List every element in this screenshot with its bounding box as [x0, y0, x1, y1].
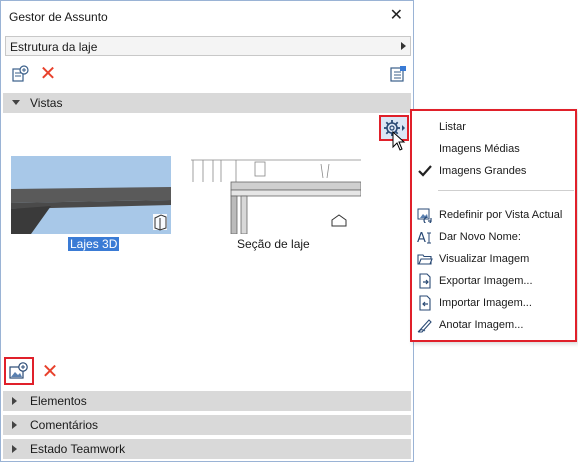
view-caption-secao-de-laje[interactable]: Seção de laje [237, 237, 310, 251]
close-icon[interactable]: ✕ [390, 7, 403, 25]
menu-item-redefinir[interactable]: Redefinir por Vista Actual [412, 204, 575, 226]
chevron-right-icon [12, 397, 17, 405]
svg-text:A: A [417, 231, 426, 245]
menu-item-label: Listar [439, 121, 466, 133]
subject-selector-value: Estrutura da laje [10, 40, 98, 54]
menu-item-label: Visualizar Imagem [439, 253, 530, 265]
menu-item-imagens-medias[interactable]: Imagens Médias [412, 138, 575, 160]
menu-item-label: Imagens Grandes [439, 165, 527, 177]
menu-item-label: Dar Novo Nome: [439, 231, 521, 243]
annotate-icon [416, 317, 434, 333]
view-thumbnail-lajes-3d[interactable] [11, 156, 171, 234]
menu-item-dar-novo-nome[interactable]: A Dar Novo Nome: [412, 226, 575, 248]
section-vistas-label: Vistas [30, 96, 63, 110]
section-elementos-label: Elementos [30, 394, 87, 408]
delete-image-button[interactable]: ✕ [39, 361, 61, 383]
check-icon [416, 163, 434, 179]
section-comentarios-label: Comentários [30, 418, 99, 432]
import-icon [416, 295, 434, 311]
menu-item-visualizar[interactable]: Visualizar Imagem [412, 248, 575, 270]
open-folder-icon [416, 251, 434, 267]
view-options-menu: Listar Imagens Médias Imagens Grandes Re… [410, 109, 577, 342]
rename-icon: A [416, 229, 434, 245]
delete-subject-button[interactable]: ✕ [37, 63, 59, 85]
reset-view-icon [416, 207, 434, 223]
chevron-right-icon [12, 445, 17, 453]
subject-selector[interactable]: Estrutura da laje [5, 36, 411, 56]
subject-manager-panel: Gestor de Assunto ✕ Estrutura da laje ✕ [0, 0, 414, 462]
window-title: Gestor de Assunto [9, 10, 108, 24]
menu-item-label: Imagens Médias [439, 143, 520, 155]
section-teamwork-header[interactable]: Estado Teamwork [3, 439, 411, 459]
chevron-right-icon [401, 42, 406, 50]
menu-item-importar[interactable]: Importar Imagem... [412, 292, 575, 314]
title-bar: Gestor de Assunto ✕ [1, 1, 413, 33]
section-elementos-header[interactable]: Elementos [3, 391, 411, 411]
menu-item-listar[interactable]: Listar [412, 116, 575, 138]
section-comentarios-header[interactable]: Comentários [3, 415, 411, 435]
menu-item-imagens-grandes[interactable]: Imagens Grandes [412, 160, 575, 182]
mouse-cursor-icon [392, 131, 406, 151]
add-image-button[interactable] [4, 357, 34, 385]
section-vistas-header[interactable]: Vistas [3, 93, 411, 113]
chevron-right-icon [12, 421, 17, 429]
new-subject-icon[interactable] [9, 63, 31, 85]
menu-separator [438, 190, 574, 191]
view-caption-lajes-3d[interactable]: Lajes 3D [68, 237, 120, 251]
menu-item-label: Redefinir por Vista Actual [439, 209, 563, 221]
view-thumbnail-secao-de-laje[interactable] [191, 156, 362, 235]
menu-item-label: Exportar Imagem... [439, 275, 533, 287]
top-toolbar: ✕ [1, 59, 413, 91]
menu-item-label: Importar Imagem... [439, 297, 532, 309]
menu-item-exportar[interactable]: Exportar Imagem... [412, 270, 575, 292]
chevron-down-icon [12, 100, 20, 105]
section-teamwork-label: Estado Teamwork [30, 442, 126, 456]
subject-options-icon[interactable] [387, 63, 409, 85]
add-image-icon [9, 362, 28, 379]
menu-item-anotar[interactable]: Anotar Imagem... [412, 314, 575, 336]
menu-item-label: Anotar Imagem... [439, 319, 524, 331]
export-icon [416, 273, 434, 289]
